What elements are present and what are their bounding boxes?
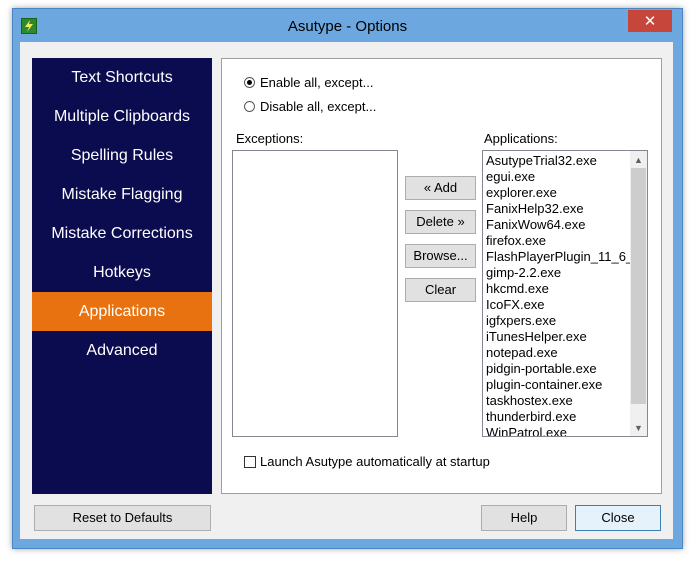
list-item[interactable]: FlashPlayerPlugin_11_6_	[486, 249, 633, 265]
enable-all-radio[interactable]: Enable all, except...	[244, 75, 373, 90]
enable-all-label: Enable all, except...	[260, 75, 374, 90]
sidebar-item-mistake-flagging[interactable]: Mistake Flagging	[32, 175, 212, 214]
list-item[interactable]: notepad.exe	[486, 345, 633, 361]
list-item[interactable]: thunderbird.exe	[486, 409, 633, 425]
exceptions-label: Exceptions:	[236, 131, 304, 146]
window-title: Asutype - Options	[287, 18, 408, 35]
delete-button[interactable]: Delete »	[405, 210, 476, 234]
radio-button-checked[interactable]	[244, 77, 255, 88]
list-item[interactable]: taskhostex.exe	[486, 393, 633, 409]
sidebar-item-mistake-corrections[interactable]: Mistake Corrections	[32, 214, 212, 253]
window-close-button[interactable]: ✕	[628, 10, 672, 32]
launch-at-startup-checkbox[interactable]: Launch Asutype automatically at startup	[244, 454, 490, 469]
clear-button[interactable]: Clear	[405, 278, 476, 302]
list-item[interactable]: AsutypeTrial32.exe	[486, 153, 633, 169]
close-button[interactable]: Close	[575, 505, 661, 531]
disable-all-radio[interactable]: Disable all, except...	[244, 99, 376, 114]
sidebar-item-spelling-rules[interactable]: Spelling Rules	[32, 136, 212, 175]
scroll-up-icon[interactable]: ▲	[630, 151, 647, 168]
list-item[interactable]: pidgin-portable.exe	[486, 361, 633, 377]
sidebar-item-applications[interactable]: Applications	[32, 292, 212, 331]
list-item[interactable]: iTunesHelper.exe	[486, 329, 633, 345]
applications-label: Applications:	[484, 131, 558, 146]
list-item[interactable]: igfxpers.exe	[486, 313, 633, 329]
help-button[interactable]: Help	[481, 505, 567, 531]
sidebar-item-advanced[interactable]: Advanced	[32, 331, 212, 370]
list-item[interactable]: FanixHelp32.exe	[486, 201, 633, 217]
scrollbar-thumb[interactable]	[631, 168, 646, 404]
radio-button-unchecked[interactable]	[244, 101, 255, 112]
list-item[interactable]: egui.exe	[486, 169, 633, 185]
applications-scrollbar[interactable]: ▲ ▼	[630, 151, 647, 436]
applications-list: AsutypeTrial32.exe egui.exe explorer.exe…	[486, 153, 633, 436]
list-item[interactable]: plugin-container.exe	[486, 377, 633, 393]
exceptions-listbox[interactable]	[232, 150, 398, 437]
options-sidebar: Text Shortcuts Multiple Clipboards Spell…	[32, 58, 212, 494]
sidebar-item-multiple-clipboards[interactable]: Multiple Clipboards	[32, 97, 212, 136]
list-item[interactable]: gimp-2.2.exe	[486, 265, 633, 281]
disable-all-label: Disable all, except...	[260, 99, 377, 114]
sidebar-item-text-shortcuts[interactable]: Text Shortcuts	[32, 58, 212, 97]
reset-to-defaults-button[interactable]: Reset to Defaults	[34, 505, 211, 531]
add-button[interactable]: « Add	[405, 176, 476, 200]
browse-button[interactable]: Browse...	[405, 244, 476, 268]
close-icon: ✕	[643, 13, 657, 30]
list-item[interactable]: WinPatrol.exe	[486, 425, 633, 436]
list-item[interactable]: IcoFX.exe	[486, 297, 633, 313]
title-bar[interactable]: Asutype - Options ✕	[13, 9, 682, 42]
checkbox-box[interactable]	[244, 455, 256, 468]
list-item[interactable]: firefox.exe	[486, 233, 633, 249]
scroll-down-icon[interactable]: ▼	[630, 419, 647, 436]
list-item[interactable]: hkcmd.exe	[486, 281, 633, 297]
launch-at-startup-label: Launch Asutype automatically at startup	[260, 454, 490, 469]
list-item[interactable]: explorer.exe	[486, 185, 633, 201]
applications-listbox[interactable]: AsutypeTrial32.exe egui.exe explorer.exe…	[482, 150, 648, 437]
sidebar-item-hotkeys[interactable]: Hotkeys	[32, 253, 212, 292]
applications-panel: Enable all, except... Disable all, excep…	[221, 58, 662, 494]
list-item[interactable]: FanixWow64.exe	[486, 217, 633, 233]
options-window: Asutype - Options ✕ Text Shortcuts Multi…	[12, 8, 683, 549]
dialog-body: Text Shortcuts Multiple Clipboards Spell…	[20, 42, 673, 539]
